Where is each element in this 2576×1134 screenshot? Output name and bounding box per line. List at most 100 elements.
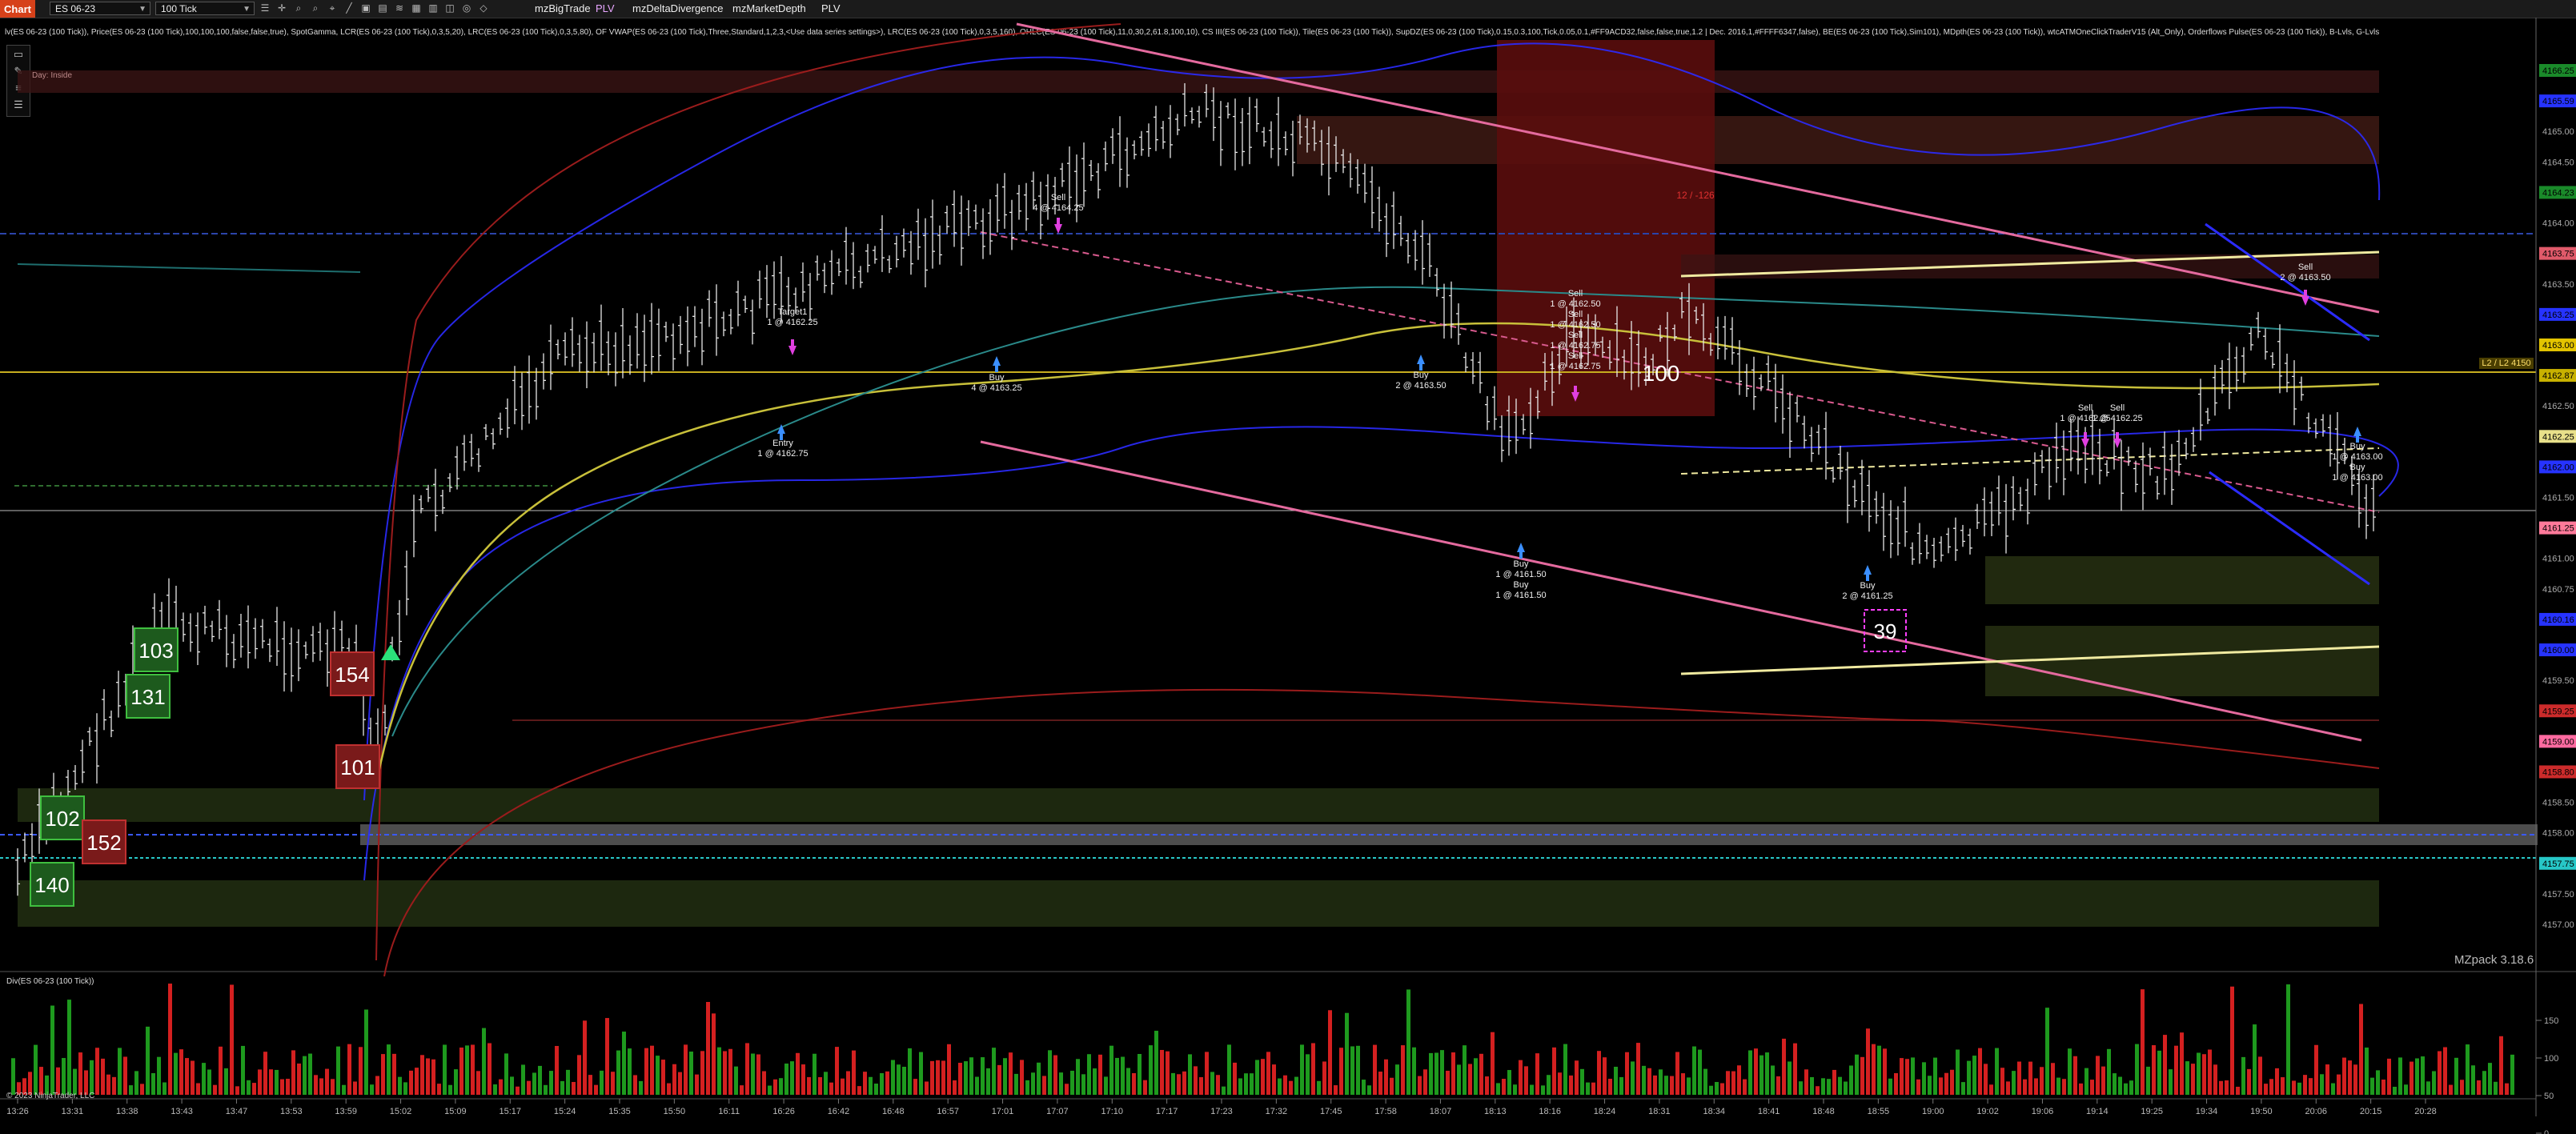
time-tick: 20:28	[2414, 1107, 2437, 1116]
volume-bar	[538, 1065, 542, 1095]
volume-bar	[1474, 1058, 1478, 1095]
volume-bar	[813, 1053, 817, 1095]
volume-bar	[34, 1044, 38, 1095]
volume-bar	[1575, 1060, 1579, 1095]
volume-bar	[1832, 1069, 1836, 1095]
volume-bar	[919, 1052, 923, 1095]
supply-zone	[18, 70, 2379, 93]
volume-bar	[157, 1056, 161, 1095]
volume-bar	[745, 1043, 749, 1095]
volume-bar	[1098, 1054, 1102, 1095]
volume-bar	[728, 1048, 732, 1095]
volume-bar	[2169, 1069, 2173, 1095]
volume-bar	[2376, 1070, 2380, 1095]
volume-bar	[1759, 1055, 1763, 1095]
volume-bar	[1406, 989, 1410, 1095]
volume-bar	[846, 1071, 850, 1095]
volume-bar	[2477, 1080, 2481, 1095]
volume-bar	[67, 1000, 71, 1095]
volume-bar	[981, 1057, 985, 1095]
volume-tick: 50	[2544, 1092, 2554, 1101]
volume-bar	[224, 1068, 228, 1095]
price-tick: 4165.00	[2542, 127, 2574, 137]
volume-bar	[1715, 1081, 1719, 1095]
volume-bar	[1149, 1045, 1153, 1095]
vwap-line	[375, 322, 2380, 785]
volume-bar	[398, 1076, 402, 1095]
trade-label-line: 1 @ 4163.00	[2332, 452, 2382, 462]
volume-bar	[1642, 1065, 1646, 1095]
volume-bar	[1586, 1082, 1590, 1095]
time-tick: 15:17	[500, 1107, 522, 1116]
volume-bar	[1816, 1086, 1820, 1095]
volume-bar	[953, 1080, 957, 1095]
volume-bar	[1401, 1045, 1405, 1095]
volume-bar	[2409, 1061, 2413, 1095]
trade-label-line: 1 @ 4162.25	[767, 318, 817, 327]
volume-bar	[11, 1058, 15, 1095]
volume-bar	[1765, 1052, 1769, 1095]
trade-label-line: 1 @ 4163.00	[2332, 473, 2382, 483]
time-tick: 13:26	[6, 1107, 29, 1116]
volume-bar	[1603, 1057, 1607, 1095]
volume-bar	[2090, 1080, 2094, 1095]
price-tick: 4164.23	[2542, 188, 2574, 198]
volume-bar	[381, 1054, 385, 1095]
volume-bar	[997, 1064, 1001, 1095]
volume-bar	[1182, 1071, 1186, 1095]
volume-bar	[1210, 1072, 1214, 1095]
volume-bar	[437, 1084, 441, 1095]
volume-bar	[1956, 1049, 1960, 1095]
volume-bar	[1138, 1053, 1142, 1095]
buy-arrow	[2353, 427, 2361, 443]
volume-bar	[2381, 1079, 2385, 1095]
volume-bar	[1530, 1084, 1534, 1095]
trade-label-line: Buy	[2350, 463, 2365, 472]
price-tick: 4162.87	[2542, 371, 2574, 381]
volume-bar	[700, 1051, 704, 1095]
level-line	[17, 263, 361, 273]
demand-zone	[1985, 556, 2379, 604]
volume-bar	[1373, 1044, 1377, 1095]
volume-bar	[1009, 1052, 1013, 1095]
volume-bar	[1434, 1052, 1438, 1095]
volume-bar	[975, 1076, 979, 1095]
volume-bar	[2118, 1076, 2122, 1095]
volume-bar	[835, 1047, 839, 1095]
volume-bar	[2107, 1048, 2111, 1095]
volume-bar	[2303, 1075, 2307, 1095]
volume-bar	[639, 1080, 643, 1095]
volume-bar	[925, 1081, 929, 1095]
zone-label: Day: Inside	[32, 71, 72, 80]
time-tick: 17:01	[992, 1107, 1014, 1116]
volume-bar	[1894, 1072, 1898, 1095]
volume-tick: 0	[2544, 1129, 2549, 1134]
volume-bar	[459, 1047, 463, 1095]
volume-bar	[1283, 1075, 1287, 1095]
buy-arrow	[1417, 355, 1425, 371]
volume-bar	[2208, 1049, 2212, 1095]
price-tick: 4163.25	[2542, 311, 2574, 320]
volume-bar	[555, 1045, 559, 1095]
volume-bar	[1810, 1076, 1814, 1095]
price-chart[interactable]: Day: Inside 103 131 154 101 102 152 140 100 39 T…	[0, 0, 2576, 1134]
volume-bar	[476, 1071, 480, 1095]
volume-bar	[431, 1059, 435, 1095]
volume-bar	[482, 1028, 486, 1095]
volume-bar	[913, 1079, 917, 1095]
volume-bar	[1261, 1059, 1265, 1095]
volume-bar	[549, 1071, 553, 1095]
volume-bar	[2505, 1083, 2509, 1095]
volume-bar	[829, 1082, 833, 1095]
volume-bar	[1905, 1059, 1909, 1095]
volume-bar	[1524, 1066, 1528, 1095]
volume-bar	[1423, 1069, 1427, 1095]
price-tick: 4159.50	[2542, 676, 2574, 686]
volume-bar	[2438, 1051, 2442, 1095]
volume-bar	[1513, 1084, 1517, 1095]
volume-bar	[1804, 1069, 1808, 1095]
time-tick: 13:59	[335, 1107, 357, 1116]
volume-bar	[1619, 1076, 1623, 1095]
sell-arrow	[788, 339, 796, 355]
volume-bar	[1748, 1050, 1752, 1095]
